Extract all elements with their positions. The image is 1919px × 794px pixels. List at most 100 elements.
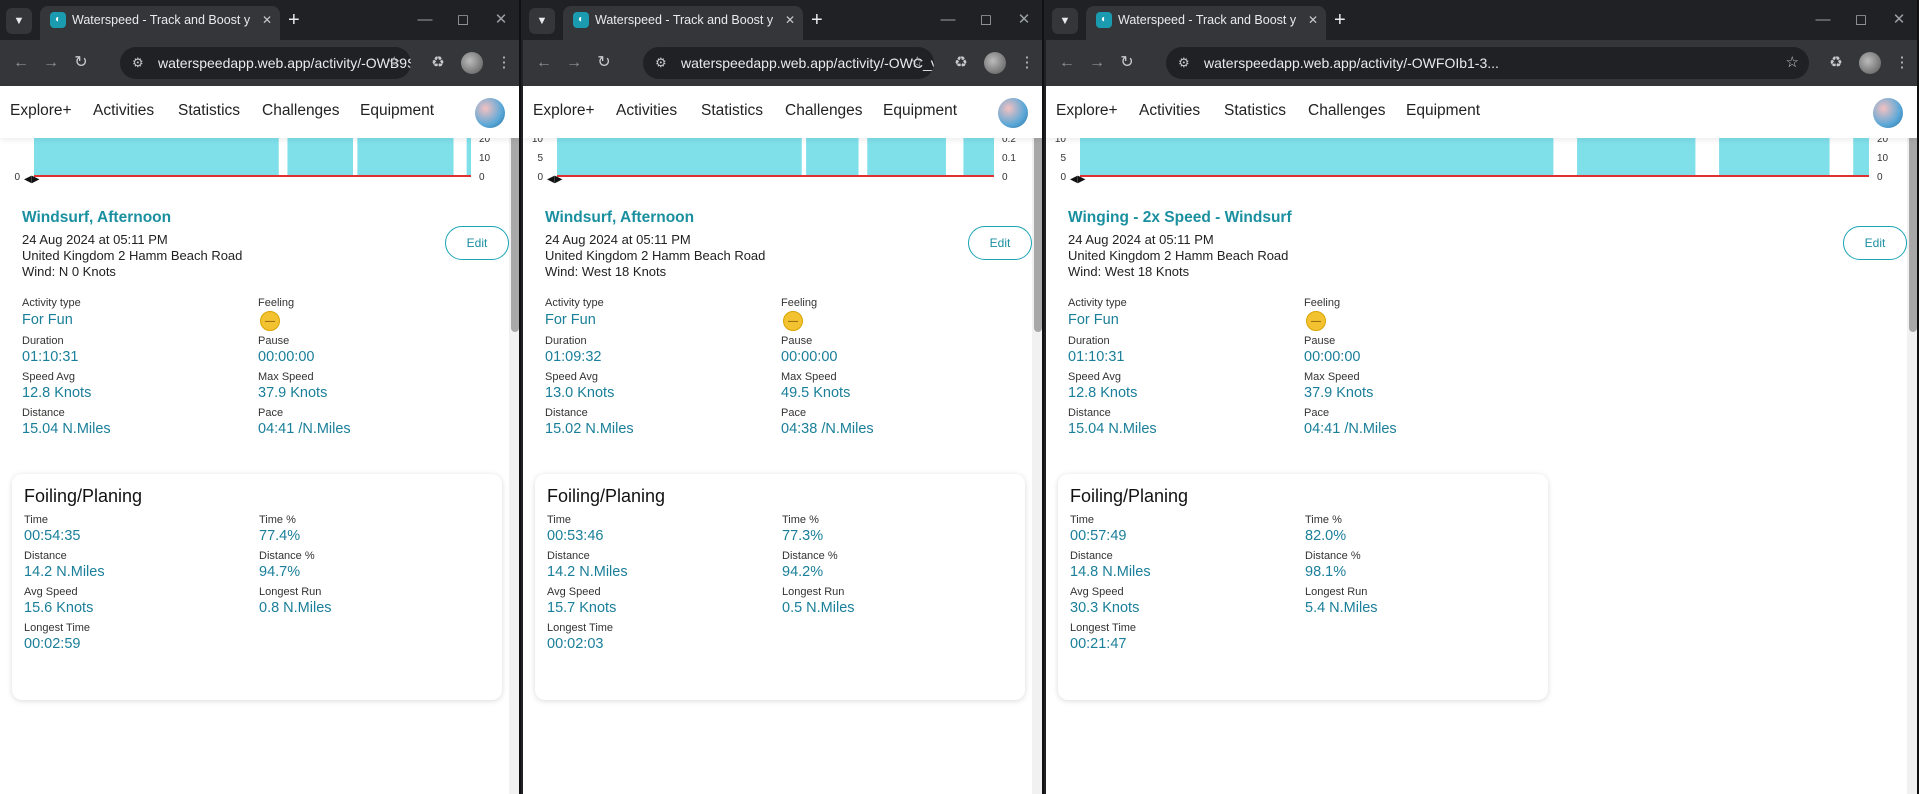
new-tab-icon[interactable]: +	[811, 8, 823, 32]
user-avatar[interactable]	[1873, 98, 1903, 128]
site-info-icon[interactable]: ⚙	[132, 47, 144, 79]
speed-area	[1577, 138, 1696, 176]
edit-button[interactable]: Edit	[445, 226, 509, 260]
page-scrollbar[interactable]	[1032, 86, 1042, 794]
browser-tab[interactable]: ◐ Waterspeed - Track and Boost y ✕	[1086, 6, 1326, 40]
maximize-icon[interactable]: ◻	[1841, 6, 1881, 34]
tab-search-icon[interactable]: ▼	[529, 8, 555, 34]
minimize-icon[interactable]: —	[1803, 6, 1843, 34]
nav-link[interactable]: Statistics	[1224, 102, 1286, 120]
menu-icon[interactable]: ⋮	[1016, 52, 1038, 74]
max-speed-value: 37.9 Knots	[258, 385, 328, 401]
nav-link[interactable]: Activities	[1139, 102, 1200, 120]
nav-link[interactable]: Equipment	[883, 102, 957, 120]
new-tab-icon[interactable]: +	[288, 8, 300, 32]
activity-title[interactable]: Windsurf, Afternoon	[545, 209, 694, 227]
foiling-longest-time-value: 00:21:47	[1070, 636, 1127, 652]
window-close-icon[interactable]: ✕	[481, 6, 519, 34]
user-avatar[interactable]	[998, 98, 1028, 128]
range-handle[interactable]: ◀▶	[547, 174, 563, 185]
nav-link[interactable]: Equipment	[360, 102, 434, 120]
maximize-icon[interactable]: ◻	[443, 6, 483, 34]
reload-icon[interactable]: ↻	[68, 50, 94, 76]
nav-link[interactable]: Challenges	[785, 102, 863, 120]
tab-search-icon[interactable]: ▼	[6, 8, 32, 34]
foiling-distance-pct-value: 94.7%	[259, 564, 301, 580]
nav-link[interactable]: Explore+	[533, 102, 595, 120]
reload-icon[interactable]: ↻	[1114, 50, 1140, 76]
back-icon[interactable]: ←	[531, 50, 557, 76]
edit-button[interactable]: Edit	[968, 226, 1032, 260]
foiling-longest-time-label: Longest Time	[1070, 622, 1137, 634]
nav-link[interactable]: Activities	[616, 102, 677, 120]
tab-close-icon[interactable]: ✕	[1308, 6, 1318, 34]
forward-icon[interactable]: →	[1084, 50, 1110, 76]
minimize-icon[interactable]: —	[928, 6, 968, 34]
address-bar[interactable]: ⚙ waterspeedapp.web.app/activity/-OWB9SM…	[120, 47, 411, 79]
nav-link[interactable]: Equipment	[1406, 102, 1480, 120]
address-bar[interactable]: ⚙ waterspeedapp.web.app/activity/-OWFOIb…	[1166, 47, 1809, 79]
user-avatar[interactable]	[475, 98, 505, 128]
bookmark-star-icon[interactable]: ☆	[388, 47, 401, 79]
bookmark-star-icon[interactable]: ☆	[1786, 47, 1799, 79]
y-tick-right: 20	[479, 138, 491, 145]
nav-link[interactable]: Explore+	[1056, 102, 1118, 120]
nav-link[interactable]: Challenges	[1308, 102, 1386, 120]
range-handle[interactable]: ◀▶	[1070, 174, 1086, 185]
nav-link[interactable]: Activities	[93, 102, 154, 120]
nav-link[interactable]: Explore+	[10, 102, 72, 120]
maximize-icon[interactable]: ◻	[966, 6, 1006, 34]
activity-date: 24 Aug 2024 at 05:11 PM	[1068, 232, 1214, 247]
tab-close-icon[interactable]: ✕	[262, 6, 272, 34]
activity-title[interactable]: Winging - 2x Speed - Windsurf	[1068, 209, 1292, 227]
forward-icon[interactable]: →	[561, 50, 587, 76]
forward-icon[interactable]: →	[38, 50, 64, 76]
back-icon[interactable]: ←	[1054, 50, 1080, 76]
activity-title[interactable]: Windsurf, Afternoon	[22, 209, 171, 227]
reload-icon[interactable]: ↻	[591, 50, 617, 76]
nav-link[interactable]: Statistics	[178, 102, 240, 120]
browser-tab[interactable]: ◐ Waterspeed - Track and Boost y ✕	[40, 6, 280, 40]
edit-button[interactable]: Edit	[1843, 226, 1907, 260]
feeling-label: Feeling	[1304, 297, 1341, 309]
site-info-icon[interactable]: ⚙	[655, 47, 667, 79]
site-info-icon[interactable]: ⚙	[1178, 47, 1190, 79]
page-content: Explore+ Activities Statistics Challenges Eq…	[0, 86, 519, 794]
nav-link[interactable]: Challenges	[262, 102, 340, 120]
minimize-icon[interactable]: —	[405, 6, 445, 34]
page-scrollbar[interactable]	[1907, 86, 1917, 794]
pace-label: Pace	[258, 407, 284, 419]
profile-icon[interactable]	[1859, 52, 1881, 74]
window-close-icon[interactable]: ✕	[1004, 6, 1042, 34]
distance-value: 15.04 N.Miles	[1068, 421, 1157, 437]
foiling-time-pct-label: Time %	[1305, 514, 1342, 526]
range-handle[interactable]: ◀▶	[24, 174, 40, 185]
foiling-longest-run-value: 0.8 N.Miles	[259, 600, 332, 616]
new-tab-icon[interactable]: +	[1334, 8, 1346, 32]
menu-icon[interactable]: ⋮	[493, 52, 515, 74]
tab-close-icon[interactable]: ✕	[785, 6, 795, 34]
profile-icon[interactable]	[461, 52, 483, 74]
activity-date: 24 Aug 2024 at 05:11 PM	[22, 232, 168, 247]
speed-area	[466, 138, 471, 176]
window-close-icon[interactable]: ✕	[1879, 6, 1917, 34]
extensions-icon[interactable]: ♻	[427, 52, 449, 74]
tab-search-icon[interactable]: ▼	[1052, 8, 1078, 34]
extensions-icon[interactable]: ♻	[950, 52, 972, 74]
extensions-icon[interactable]: ♻	[1825, 52, 1847, 74]
nav-link[interactable]: Statistics	[701, 102, 763, 120]
address-bar[interactable]: ⚙ waterspeedapp.web.app/activity/-OWC_yQ…	[643, 47, 934, 79]
foiling-time-pct-label: Time %	[782, 514, 819, 526]
url-text: waterspeedapp.web.app/activity/-OWB9SM89…	[158, 55, 411, 71]
back-icon[interactable]: ←	[8, 50, 34, 76]
menu-icon[interactable]: ⋮	[1891, 52, 1913, 74]
foiling-longest-run-value: 0.5 N.Miles	[782, 600, 855, 616]
profile-icon[interactable]	[984, 52, 1006, 74]
foiling-time-label: Time	[1070, 514, 1095, 526]
y-tick-right: 0.1	[1002, 153, 1016, 164]
browser-tab[interactable]: ◐ Waterspeed - Track and Boost y ✕	[563, 6, 803, 40]
page-scrollbar[interactable]	[509, 86, 519, 794]
foiling-distance-value: 14.8 N.Miles	[1070, 564, 1151, 580]
bookmark-star-icon[interactable]: ☆	[911, 47, 924, 79]
speed-avg-value: 13.0 Knots	[545, 385, 615, 401]
